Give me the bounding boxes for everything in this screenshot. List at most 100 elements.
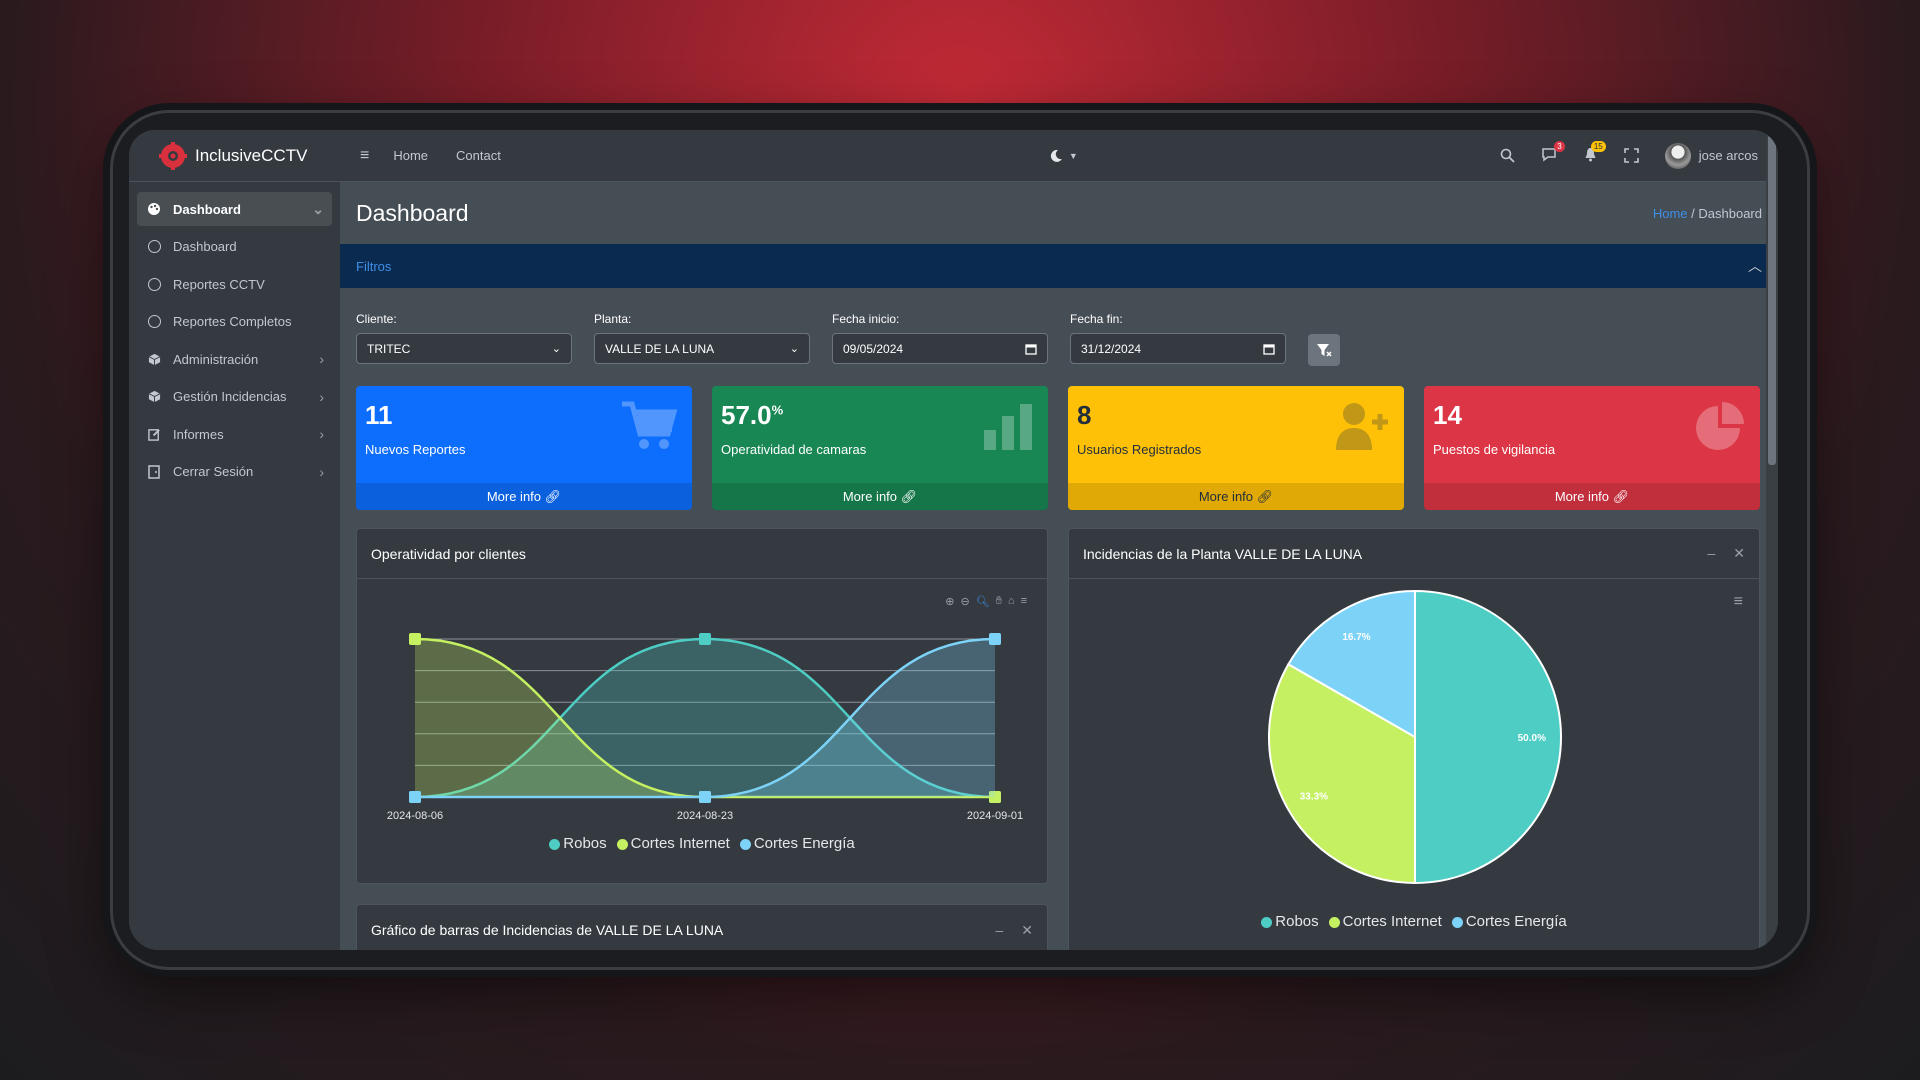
- sidebar-item-label: Informes: [173, 426, 224, 442]
- apply-filter-button[interactable]: [1308, 334, 1340, 366]
- more-info-label: More info: [486, 489, 542, 504]
- minimize-icon[interactable]: –: [1707, 545, 1715, 562]
- legend-item[interactable]: Cortes Internet: [1328, 913, 1442, 930]
- door-icon: [145, 464, 163, 479]
- more-info-link[interactable]: More info 🔗︎: [356, 483, 692, 510]
- stat-boxes: 11 Nuevos Reportes More info 🔗︎ 57.0% Op…: [356, 386, 1760, 510]
- cliente-value: TRITEC: [367, 341, 411, 356]
- search-icon[interactable]: [1500, 148, 1515, 163]
- messages-button[interactable]: 3: [1541, 140, 1565, 165]
- card-tools: – ✕: [995, 922, 1033, 939]
- more-info-link[interactable]: More info 🔗︎: [712, 483, 1048, 510]
- sidebar-item-administracion[interactable]: Administración ›: [137, 342, 332, 376]
- sidebar-item-informes[interactable]: Informes ›: [137, 417, 332, 451]
- link-icon: 🔗︎: [544, 488, 562, 504]
- card-header: Incidencias de la Planta VALLE DE LA LUN…: [1069, 529, 1759, 579]
- circle-icon: [145, 240, 163, 253]
- sidebar-item-dashboard-group[interactable]: Dashboard ⌄: [137, 192, 332, 226]
- nav-link-contact[interactable]: Contact: [456, 148, 501, 163]
- sidebar-item-label: Reportes Completos: [173, 314, 292, 329]
- user-menu[interactable]: jose arcos: [1664, 142, 1758, 169]
- data-point[interactable]: [699, 791, 711, 803]
- close-icon[interactable]: ✕: [1021, 922, 1033, 939]
- stat-label: Nuevos Reportes: [365, 442, 466, 457]
- edit-icon: [145, 428, 163, 441]
- minimize-icon[interactable]: –: [995, 922, 1003, 939]
- data-point[interactable]: [989, 633, 1001, 645]
- legend-label: Cortes Energía: [753, 835, 855, 852]
- fecha-inicio-value: 09/05/2024: [843, 341, 904, 356]
- shopping-cart-icon: [622, 401, 678, 449]
- fullscreen-icon[interactable]: [1623, 148, 1639, 163]
- notifications-badge: 15: [1590, 140, 1606, 152]
- nav-link-home[interactable]: Home: [393, 148, 428, 163]
- legend-item[interactable]: Cortes Energía: [739, 835, 855, 852]
- sidebar-item-cerrar-sesion[interactable]: Cerrar Sesión ›: [137, 455, 332, 489]
- card-title: Gráfico de barras de Incidencias de VALL…: [371, 922, 724, 938]
- moon-icon: [1050, 149, 1062, 162]
- navbar-right: 3 15 jose arcos: [1500, 140, 1758, 169]
- user-plus-icon: [1336, 403, 1388, 450]
- calendar-icon[interactable]: [1025, 343, 1037, 355]
- brand-name: InclusiveCCTV: [195, 145, 308, 165]
- card-title: Incidencias de la Planta VALLE DE LA LUN…: [1083, 545, 1363, 562]
- legend-item[interactable]: Cortes Energía: [1451, 913, 1567, 930]
- pie-chart-icon: [1696, 402, 1744, 450]
- legend-item[interactable]: Robos: [549, 835, 607, 852]
- content-header: Dashboard Home / Dashboard: [356, 182, 1762, 244]
- sidebar-item-label: Gestión Incidencias: [173, 389, 287, 404]
- data-point[interactable]: [409, 791, 421, 803]
- sidebar-item-reportes-completos[interactable]: Reportes Completos: [137, 305, 332, 339]
- more-info-link[interactable]: More info 🔗︎: [1068, 483, 1404, 510]
- theme-toggle[interactable]: ▼: [1049, 149, 1078, 163]
- data-point[interactable]: [699, 633, 711, 645]
- scrollbar-thumb[interactable]: [1768, 135, 1776, 465]
- filters-card-header[interactable]: Filtros ︿: [340, 244, 1778, 288]
- fecha-inicio-input[interactable]: 09/05/2024: [832, 333, 1048, 364]
- card-header: Gráfico de barras de Incidencias de VALL…: [357, 905, 1047, 950]
- stat-box-usuarios: 8 Usuarios Registrados More info 🔗︎: [1068, 386, 1404, 510]
- sidebar-item-reportes-cctv[interactable]: Reportes CCTV: [137, 267, 332, 301]
- breadcrumb-home[interactable]: Home: [1653, 206, 1688, 221]
- planta-select[interactable]: VALLE DE LA LUNA ⌄: [594, 333, 810, 364]
- hamburger-menu-icon[interactable]: ≡: [360, 147, 369, 165]
- sidebar-item-gestion-incidencias[interactable]: Gestión Incidencias ›: [137, 380, 332, 414]
- data-point[interactable]: [409, 633, 421, 645]
- chevron-up-icon[interactable]: ︿: [1748, 256, 1762, 276]
- slice-label: 50.0%: [1518, 733, 1546, 744]
- more-info-link[interactable]: More info 🔗︎: [1424, 483, 1760, 510]
- slice-label: 16.7%: [1342, 632, 1370, 643]
- circle-icon: [145, 315, 163, 328]
- fecha-fin-input[interactable]: 31/12/2024: [1070, 333, 1286, 364]
- notifications-button[interactable]: 15: [1583, 140, 1606, 165]
- main-area: ≡ Home Contact ▼ 3 15 jose arcos Dashboa…: [340, 130, 1778, 950]
- card-header: Operatividad por clientes: [357, 529, 1047, 579]
- close-icon[interactable]: ✕: [1733, 545, 1745, 562]
- chevron-right-icon: ›: [319, 351, 324, 367]
- cliente-group: Cliente: TRITEC ⌄: [356, 312, 572, 366]
- legend-label: Robos: [1275, 913, 1319, 930]
- breadcrumb-current: Dashboard: [1698, 205, 1762, 221]
- legend-item[interactable]: Robos: [1261, 913, 1319, 930]
- caret-down-icon: ▼: [1068, 150, 1078, 161]
- link-icon: 🔗︎: [900, 488, 918, 504]
- page-scrollbar[interactable]: [1766, 130, 1778, 950]
- cube-icon: [145, 353, 163, 366]
- calendar-icon[interactable]: [1263, 343, 1275, 355]
- link-icon: 🔗︎: [1256, 488, 1274, 504]
- legend-marker: [1261, 916, 1273, 928]
- cliente-select[interactable]: TRITEC ⌄: [356, 333, 572, 364]
- bar-chart-card: Gráfico de barras de Incidencias de VALL…: [356, 904, 1048, 950]
- sidebar-item-dashboard[interactable]: Dashboard: [137, 230, 332, 264]
- planta-value: VALLE DE LA LUNA: [605, 341, 715, 356]
- legend-item[interactable]: Cortes Internet: [616, 835, 730, 852]
- x-tick-label: 2024-08-06: [387, 810, 443, 822]
- brand[interactable]: InclusiveCCTV: [129, 130, 340, 182]
- cliente-label: Cliente:: [356, 312, 397, 326]
- palette-icon: [145, 202, 163, 216]
- user-name: jose arcos: [1698, 148, 1758, 163]
- breadcrumb: Home / Dashboard: [1653, 206, 1762, 221]
- stat-value: 11: [365, 400, 393, 430]
- link-icon: 🔗︎: [1612, 488, 1630, 504]
- page-title: Dashboard: [356, 199, 469, 226]
